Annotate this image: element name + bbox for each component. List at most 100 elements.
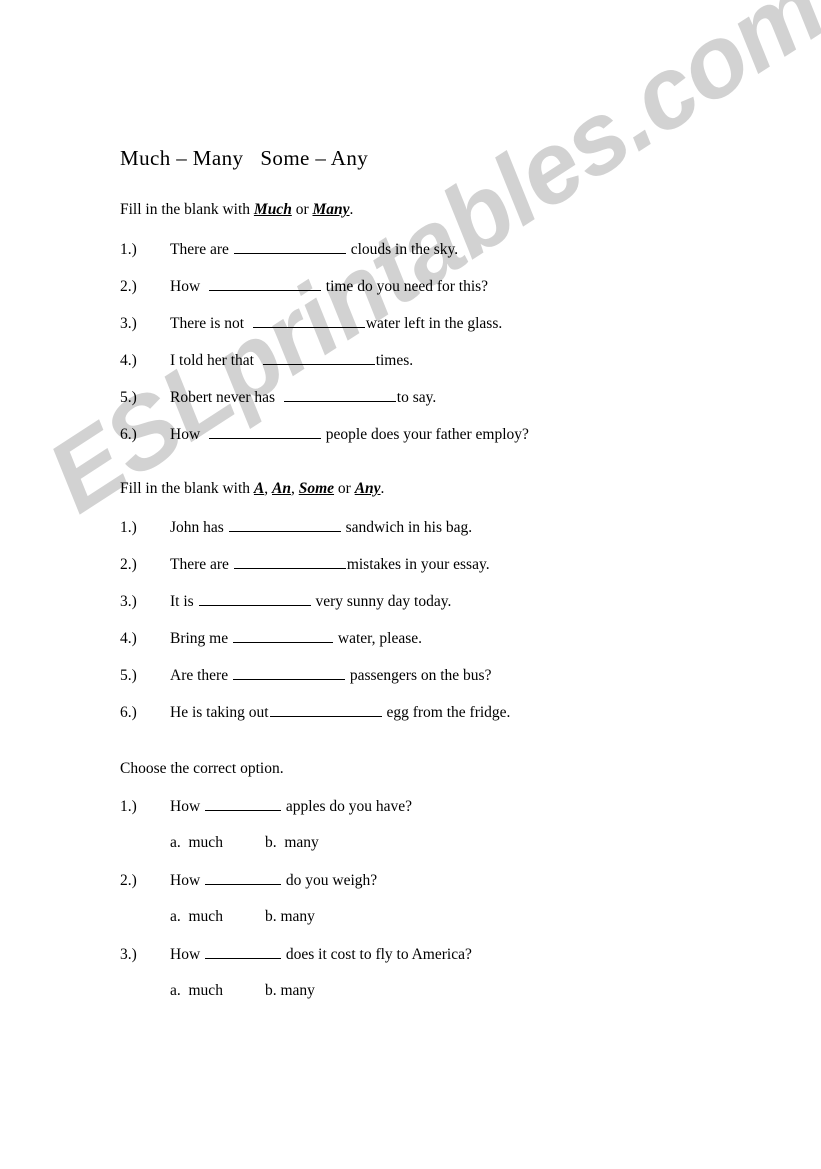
item-number: 5.) <box>120 667 137 684</box>
item-number: 1.) <box>120 241 137 258</box>
answer-blank[interactable] <box>283 388 396 402</box>
instruction-separator: , <box>264 480 272 497</box>
exercise-item: 2.) How time do you need for this? <box>120 277 760 296</box>
sentence-after: very sunny day today. <box>311 593 452 610</box>
keyword-much: Much <box>253 201 292 218</box>
sentence-before: There are <box>170 556 233 573</box>
sentence-before: It is <box>170 593 198 610</box>
sentence-after: people does your father employ? <box>321 426 529 443</box>
keyword-a: A <box>253 480 265 497</box>
answer-blank[interactable] <box>205 797 282 811</box>
sentence-before: Are there <box>170 667 232 684</box>
answer-blank[interactable] <box>205 871 282 885</box>
sentence-after: water left in the glass. <box>365 315 503 332</box>
sentence-before: There is not <box>170 315 252 332</box>
sentence-after: does it cost to fly to America? <box>282 946 472 963</box>
answer-options: a. much b. many <box>170 982 315 1000</box>
item-number: 1.) <box>120 519 137 536</box>
sentence-before: How <box>170 426 208 443</box>
keyword-any: Any <box>354 480 381 497</box>
answer-blank[interactable] <box>233 629 333 643</box>
exercise-item: 4.) Bring me water, please. <box>120 629 760 648</box>
keyword-an: An <box>272 480 291 497</box>
exercise-item: 1.) There are clouds in the sky. <box>120 240 760 259</box>
answer-blank[interactable] <box>205 945 282 959</box>
sentence-after: times. <box>375 352 414 369</box>
sentence-before: How <box>170 946 205 963</box>
option-a[interactable]: a. much <box>170 834 265 852</box>
exercise-item: 5.) Are there passengers on the bus? <box>120 666 760 685</box>
sentence-after: time do you need for this? <box>321 278 489 295</box>
option-a[interactable]: a. much <box>170 982 265 1000</box>
instruction-section-3: Choose the correct option. <box>120 760 284 777</box>
answer-blank[interactable] <box>228 518 341 532</box>
exercise-item: 3.) There is not water left in the glass. <box>120 314 760 333</box>
worksheet-page: ESLprintables.com Much – Many Some – Any… <box>0 0 821 1169</box>
sentence-before: Bring me <box>170 630 232 647</box>
answer-blank[interactable] <box>208 425 321 439</box>
exercise-item: 1.) How apples do you have? <box>120 797 760 816</box>
answer-blank[interactable] <box>252 314 365 328</box>
sentence-before: How <box>170 872 205 889</box>
exercise-item: 5.) Robert never has to say. <box>120 388 760 407</box>
sentence-after: mistakes in your essay. <box>346 556 490 573</box>
sentence-before: Robert never has <box>170 389 283 406</box>
exercise-item: 4.) I told her that times. <box>120 351 760 370</box>
instruction-section-1: Fill in the blank with Much or Many. <box>120 201 353 219</box>
option-b[interactable]: b. many <box>265 908 315 926</box>
option-b[interactable]: b. many <box>265 982 315 1000</box>
sentence-after: do you weigh? <box>282 872 378 889</box>
sentence-after: egg from the fridge. <box>382 704 511 721</box>
item-number: 6.) <box>120 426 137 443</box>
exercise-item: 2.) There are mistakes in your essay. <box>120 555 760 574</box>
item-number: 4.) <box>120 352 137 369</box>
answer-blank[interactable] <box>232 666 345 680</box>
item-number: 6.) <box>120 704 137 721</box>
sentence-before: I told her that <box>170 352 262 369</box>
sentence-before: How <box>170 798 205 815</box>
instruction-separator: , <box>290 480 299 497</box>
item-number: 4.) <box>120 630 137 647</box>
item-number: 2.) <box>120 278 137 295</box>
answer-blank[interactable] <box>233 555 346 569</box>
sentence-after: passengers on the bus? <box>345 667 492 684</box>
option-a[interactable]: a. much <box>170 908 265 926</box>
answer-options: a. much b. many <box>170 908 315 926</box>
item-number: 3.) <box>120 946 137 963</box>
item-number: 2.) <box>120 872 137 889</box>
keyword-some: Some <box>298 480 335 497</box>
option-b[interactable]: b. many <box>265 834 319 852</box>
exercise-item: 3.) It is very sunny day today. <box>120 592 760 611</box>
sentence-before: He is taking out <box>170 704 269 721</box>
exercise-item: 6.) How people does your father employ? <box>120 425 760 444</box>
page-title: Much – Many Some – Any <box>120 146 369 170</box>
sentence-after: to say. <box>396 389 437 406</box>
keyword-many: Many <box>312 201 350 218</box>
instruction-separator: or <box>291 201 313 218</box>
sentence-before: There are <box>170 241 233 258</box>
item-number: 3.) <box>120 593 137 610</box>
instruction-section-2: Fill in the blank with A, An, Some or An… <box>120 480 384 498</box>
answer-blank[interactable] <box>198 592 311 606</box>
answer-options: a. much b. many <box>170 834 319 852</box>
sentence-after: clouds in the sky. <box>346 241 459 258</box>
sentence-after: sandwich in his bag. <box>341 519 473 536</box>
answer-blank[interactable] <box>208 277 321 291</box>
instruction-prefix: Fill in the blank with <box>120 201 254 218</box>
instruction-separator: or <box>334 480 355 497</box>
sentence-after: apples do you have? <box>282 798 413 815</box>
item-number: 3.) <box>120 315 137 332</box>
instruction-prefix: Fill in the blank with <box>120 480 254 497</box>
answer-blank[interactable] <box>269 703 382 717</box>
answer-blank[interactable] <box>233 240 346 254</box>
exercise-item: 2.) How do you weigh? <box>120 871 760 890</box>
sentence-after: water, please. <box>334 630 423 647</box>
item-number: 1.) <box>120 798 137 815</box>
exercise-item: 1.) John has sandwich in his bag. <box>120 518 760 537</box>
instruction-suffix: . <box>349 201 354 218</box>
sentence-before: How <box>170 278 208 295</box>
exercise-item: 3.) How does it cost to fly to America? <box>120 945 760 964</box>
sentence-before: John has <box>170 519 228 536</box>
exercise-item: 6.) He is taking out egg from the fridge. <box>120 703 760 722</box>
answer-blank[interactable] <box>262 351 375 365</box>
